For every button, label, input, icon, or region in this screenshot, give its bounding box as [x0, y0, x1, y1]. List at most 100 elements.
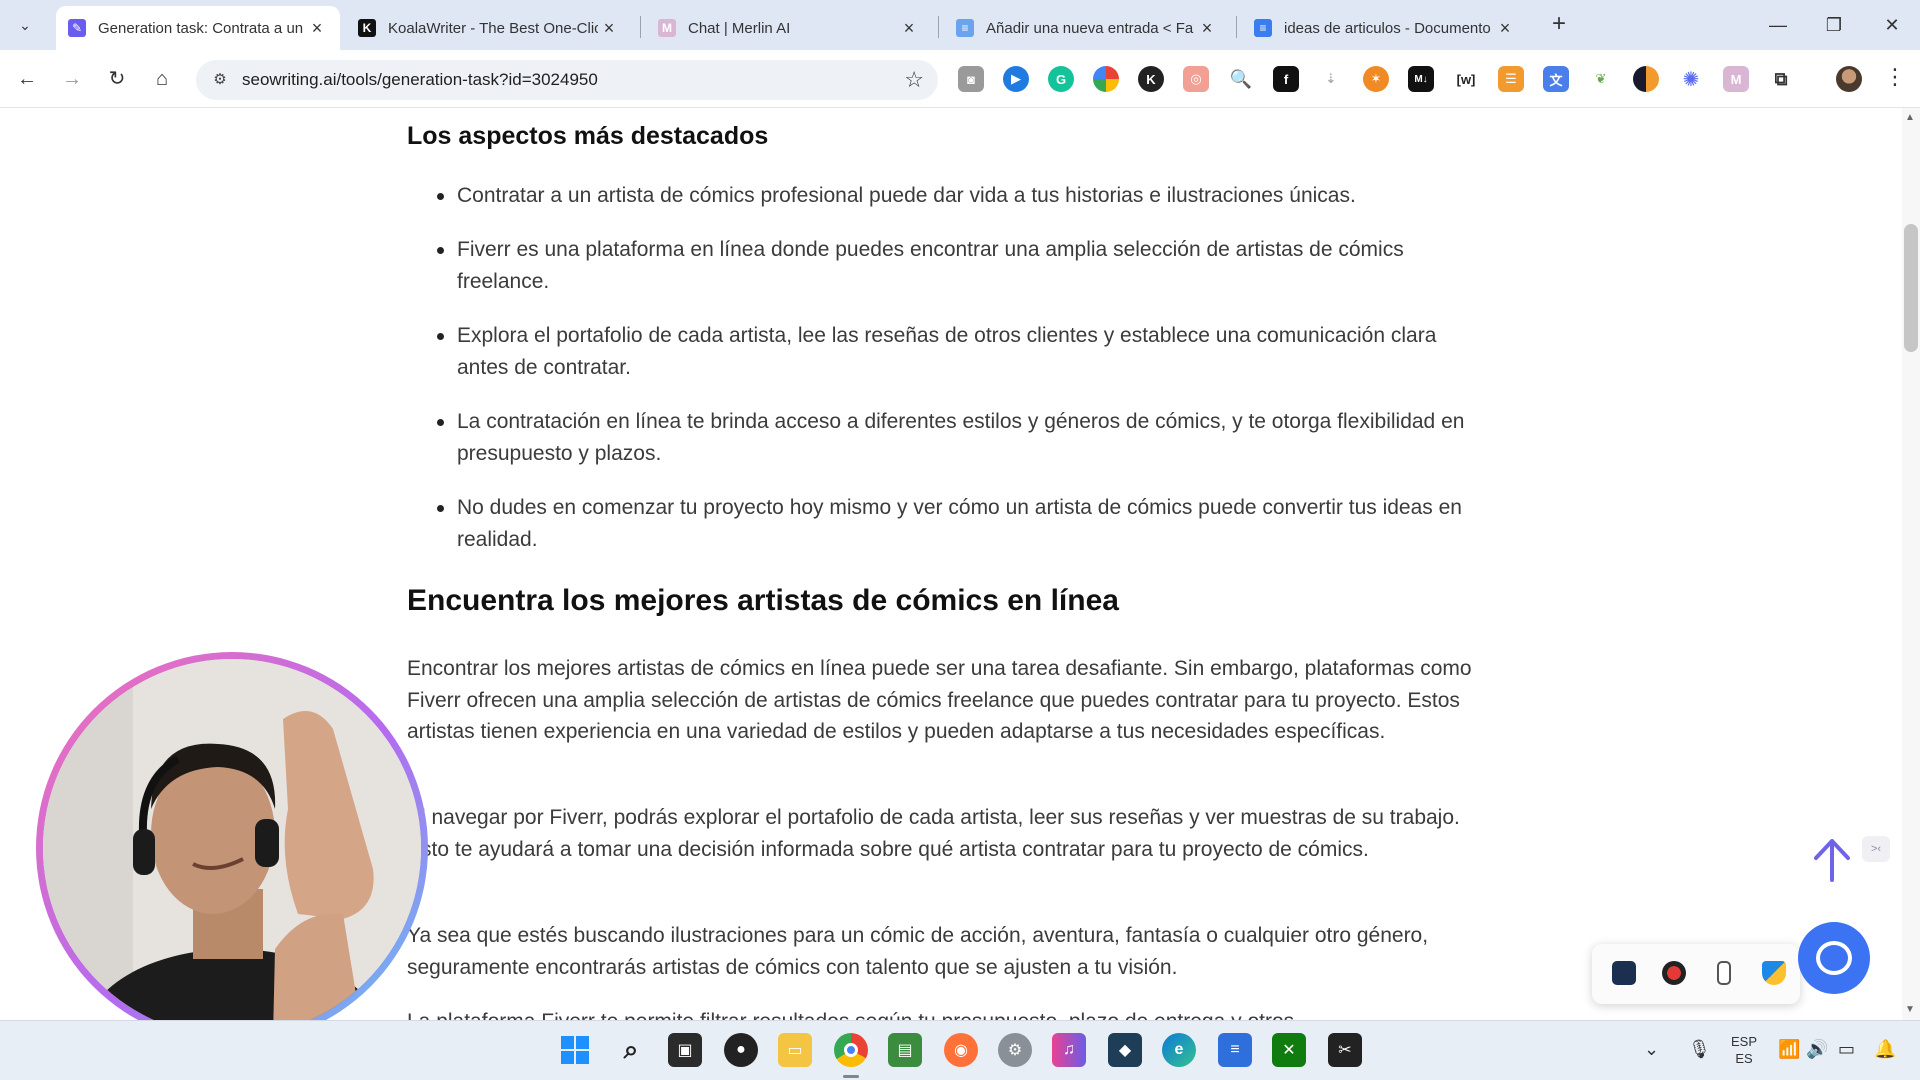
firefox-icon[interactable]: ◉: [944, 1033, 978, 1067]
list-item: Contratar a un artista de cómics profesi…: [407, 180, 1492, 212]
back-to-top-button[interactable]: [1810, 836, 1854, 882]
capcut-icon[interactable]: ✂: [1328, 1033, 1362, 1067]
back-button[interactable]: ←: [10, 62, 44, 96]
close-icon[interactable]: ×: [898, 18, 920, 39]
tray-overflow-popup: [1592, 944, 1800, 1004]
translate-extension-icon[interactable]: 文: [1543, 66, 1569, 92]
chat-icon: [1816, 941, 1852, 975]
teal-app-icon[interactable]: ◆: [1108, 1033, 1142, 1067]
xbox-icon[interactable]: ✕: [1272, 1033, 1306, 1067]
battery-icon[interactable]: ▭: [1838, 1039, 1855, 1060]
tab-separator: [640, 16, 641, 38]
headphones-app-icon[interactable]: ♫: [1052, 1033, 1086, 1067]
usb-icon[interactable]: [1717, 961, 1731, 985]
seowriting-icon: ✎: [68, 19, 86, 37]
settings-gear-icon[interactable]: ⚙: [998, 1033, 1032, 1067]
chrome-icon[interactable]: [834, 1033, 868, 1067]
volume-icon[interactable]: 🔊: [1806, 1039, 1828, 1060]
more-menu-icon[interactable]: ⋮: [1884, 64, 1906, 90]
presenter-image: [43, 659, 421, 1037]
obs-icon[interactable]: ●: [724, 1033, 758, 1067]
region-code: ES: [1735, 1051, 1753, 1066]
close-icon[interactable]: ×: [306, 18, 328, 39]
tab-koalawriter[interactable]: K KoalaWriter - The Best One-Clic ×: [346, 6, 632, 50]
tab-search-button[interactable]: ⌄: [8, 8, 42, 42]
tab-merlin-chat[interactable]: M Chat | Merlin AI ×: [646, 6, 932, 50]
tab-title: KoalaWriter - The Best One-Clic: [388, 19, 598, 37]
close-icon[interactable]: ×: [1494, 18, 1516, 39]
tab-google-docs[interactable]: ≡ ideas de articulos - Documento ×: [1242, 6, 1528, 50]
chat-widget-button[interactable]: [1798, 922, 1870, 994]
windows-start-icon[interactable]: [558, 1033, 592, 1067]
arrow-right-icon: →: [62, 68, 82, 90]
url-text[interactable]: seowriting.ai/tools/generation-task?id=3…: [242, 70, 598, 90]
file-explorer-icon[interactable]: ▭: [778, 1033, 812, 1067]
tab-title: Añadir una nueva entrada < Fa: [986, 19, 1194, 37]
plus-icon: +: [1551, 10, 1566, 37]
tab-title: ideas de articulos - Documento: [1284, 19, 1491, 37]
home-button[interactable]: ⌂: [145, 62, 179, 96]
merlin-extension-icon[interactable]: M: [1723, 66, 1749, 92]
minimize-button[interactable]: —: [1754, 8, 1802, 42]
collapse-widget-icon[interactable]: >‹: [1862, 836, 1890, 862]
address-bar[interactable]: ⚙ seowriting.ai/tools/generation-task?id…: [196, 60, 938, 100]
tab-generation-task[interactable]: ✎ Generation task: Contrata a un ar ×: [56, 6, 340, 50]
puzzle-extensions-icon[interactable]: ⧉: [1768, 66, 1794, 92]
close-window-button[interactable]: ✕: [1868, 8, 1916, 42]
close-icon[interactable]: ×: [598, 18, 620, 39]
tray-app-icon[interactable]: [1612, 961, 1636, 985]
site-settings-icon[interactable]: ⚙: [210, 70, 230, 90]
orange-extension-icon[interactable]: ✶: [1363, 66, 1389, 92]
tab-strip: ⌄ ✎ Generation task: Contrata a un ar × …: [0, 0, 1920, 50]
tray-app-icon[interactable]: [1662, 961, 1686, 985]
color-picker-extension-icon[interactable]: [1093, 66, 1119, 92]
scrollbar-thumb[interactable]: [1904, 224, 1918, 352]
close-icon[interactable]: ×: [1196, 18, 1218, 39]
scroll-down-arrow-icon[interactable]: ▼: [1905, 1004, 1915, 1015]
leaf-extension-icon[interactable]: ❦: [1588, 66, 1614, 92]
word-counter-extension-icon[interactable]: [w]: [1453, 66, 1479, 92]
list-item: La contratación en línea te brinda acces…: [407, 406, 1492, 470]
screenshot-extension-icon[interactable]: ◙: [958, 66, 984, 92]
restore-button[interactable]: ❐: [1810, 8, 1858, 42]
play-extension-icon[interactable]: ▶: [1003, 66, 1029, 92]
webcam-video: [43, 659, 421, 1037]
paragraph: La plataforma Fiverr te permite filtrar …: [407, 1006, 1492, 1020]
download-extension-icon[interactable]: ⇣: [1318, 66, 1344, 92]
grammarly-icon[interactable]: G: [1048, 66, 1074, 92]
close-icon: ✕: [1884, 15, 1900, 35]
chart-app-icon[interactable]: ▤: [888, 1033, 922, 1067]
magnifier-extension-icon[interactable]: 🔍: [1228, 66, 1254, 92]
task-view-icon[interactable]: ▣: [668, 1033, 702, 1067]
wifi-icon[interactable]: 📶: [1778, 1039, 1800, 1060]
half-moon-extension-icon[interactable]: [1633, 66, 1659, 92]
defender-shield-icon[interactable]: [1762, 961, 1786, 985]
list-item: Fiverr es una plataforma en línea donde …: [407, 234, 1492, 298]
k-extension-icon[interactable]: K: [1138, 66, 1164, 92]
notepad-icon[interactable]: ≡: [1218, 1033, 1252, 1067]
minimize-icon: —: [1769, 15, 1787, 35]
language-indicator[interactable]: ESP ES: [1726, 1033, 1762, 1067]
medium-extension-icon[interactable]: M↓: [1408, 66, 1434, 92]
language-code: ESP: [1730, 1034, 1757, 1049]
microphone-icon[interactable]: 🎙: [1688, 1039, 1711, 1060]
chevron-up-icon[interactable]: ⌄: [1644, 1039, 1659, 1060]
search-icon[interactable]: ⌕: [614, 1033, 648, 1067]
scroll-up-arrow-icon[interactable]: ▲: [1905, 112, 1915, 123]
gear-flower-extension-icon[interactable]: ✺: [1678, 66, 1704, 92]
pink-extension-icon[interactable]: ◎: [1183, 66, 1209, 92]
rss-extension-icon[interactable]: ☰: [1498, 66, 1524, 92]
highlights-heading: Los aspectos más destacados: [407, 122, 769, 150]
bookmark-star-icon[interactable]: ☆: [904, 67, 924, 93]
font-extension-icon[interactable]: f: [1273, 66, 1299, 92]
edge-icon[interactable]: e: [1162, 1033, 1196, 1067]
tab-wordpress-entry[interactable]: ≡ Añadir una nueva entrada < Fa ×: [944, 6, 1230, 50]
reload-button[interactable]: ↻: [100, 62, 134, 96]
forward-button[interactable]: →: [55, 62, 89, 96]
highlights-list: Contratar a un artista de cómics profesi…: [407, 180, 1492, 578]
tab-title: Chat | Merlin AI: [688, 19, 791, 37]
notifications-icon[interactable]: 🔔: [1874, 1039, 1896, 1060]
arrow-left-icon: ←: [17, 68, 37, 90]
profile-avatar[interactable]: [1836, 66, 1862, 92]
new-tab-button[interactable]: +: [1544, 10, 1574, 40]
